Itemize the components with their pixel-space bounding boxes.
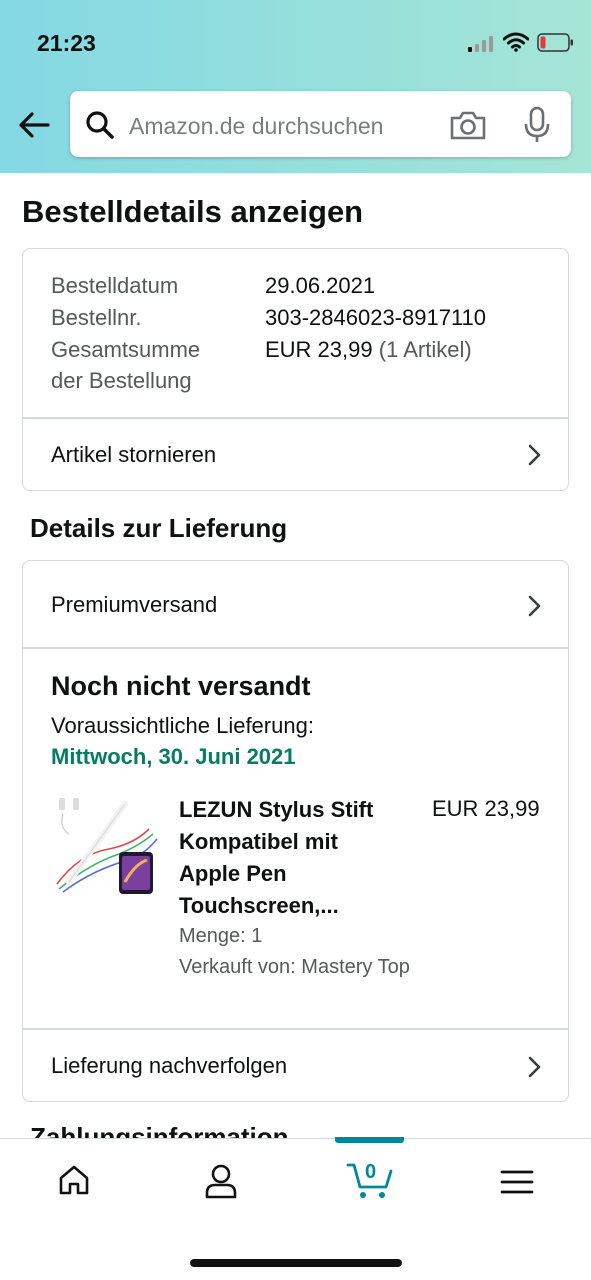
track-delivery-link[interactable]: Lieferung nachverfolgen bbox=[51, 1053, 287, 1079]
status-time: 21:23 bbox=[37, 30, 96, 56]
back-arrow-icon[interactable] bbox=[16, 108, 52, 142]
shipping-method-link[interactable]: Premiumversand bbox=[51, 592, 217, 618]
product-title[interactable]: LEZUN Stylus Stift Kompatibel mit Apple … bbox=[179, 794, 419, 922]
divider bbox=[23, 647, 568, 649]
product-title-line: Apple Pen bbox=[179, 861, 287, 886]
delivery-card: Premiumversand Noch nicht versandt Vorau… bbox=[22, 560, 569, 1102]
order-total-amount: EUR 23,99 bbox=[265, 337, 373, 362]
delivery-section-title: Details zur Lieferung bbox=[30, 513, 288, 543]
product-quantity: Menge: 1 bbox=[179, 925, 263, 947]
top-header: 21:23 Amazon.de durchsuchen bbox=[0, 0, 591, 173]
chevron-right-icon[interactable] bbox=[526, 594, 542, 618]
shipment-status: Noch nicht versandt bbox=[51, 671, 311, 701]
search-placeholder: Amazon.de durchsuchen bbox=[129, 113, 384, 139]
order-date-value: 29.06.2021 bbox=[265, 273, 376, 298]
bottom-nav: 0 bbox=[0, 1137, 591, 1280]
home-icon[interactable] bbox=[57, 1163, 91, 1197]
order-total-label-line1: Gesamtsumme bbox=[51, 337, 201, 362]
expected-delivery-date: Mittwoch, 30. Juni 2021 bbox=[51, 744, 296, 769]
cart-count: 0 bbox=[365, 1161, 377, 1183]
camera-icon[interactable] bbox=[448, 108, 488, 142]
product-title-line: Touchscreen,... bbox=[179, 893, 339, 918]
page-title: Bestelldetails anzeigen bbox=[22, 194, 364, 229]
search-input[interactable]: Amazon.de durchsuchen bbox=[70, 91, 571, 157]
order-number-value: 303-2846023-8917110 bbox=[265, 305, 487, 330]
product-seller: Verkauft von: Mastery Top bbox=[179, 956, 410, 978]
order-total-value: EUR 23,99 (1 Artikel) bbox=[265, 337, 472, 363]
product-price: EUR 23,99 bbox=[432, 796, 540, 821]
order-date-label: Bestelldatum bbox=[51, 273, 179, 298]
wifi-icon bbox=[503, 32, 529, 52]
cancel-items-link[interactable]: Artikel stornieren bbox=[51, 442, 216, 468]
order-summary-card: Bestelldatum 29.06.2021 Bestellnr. 303-2… bbox=[22, 248, 569, 491]
order-item-count: (1 Artikel) bbox=[378, 337, 472, 362]
divider bbox=[23, 417, 568, 419]
microphone-icon[interactable] bbox=[522, 106, 552, 144]
expected-delivery-label: Voraussichtliche Lieferung: bbox=[51, 713, 314, 738]
account-icon[interactable] bbox=[204, 1163, 238, 1199]
order-total-label-line2: der Bestellung bbox=[51, 368, 192, 393]
product-title-line: Kompatibel mit bbox=[179, 829, 338, 854]
chevron-right-icon[interactable] bbox=[526, 443, 542, 467]
search-icon bbox=[86, 111, 114, 139]
chevron-right-icon[interactable] bbox=[526, 1055, 542, 1079]
menu-icon[interactable] bbox=[500, 1169, 534, 1195]
battery-icon bbox=[537, 33, 573, 52]
product-title-line: LEZUN Stylus Stift bbox=[179, 797, 374, 822]
order-number-label: Bestellnr. bbox=[51, 305, 142, 330]
home-indicator bbox=[190, 1259, 402, 1267]
divider bbox=[23, 1028, 568, 1030]
active-tab-indicator bbox=[335, 1137, 404, 1143]
product-image[interactable] bbox=[49, 794, 161, 902]
cellular-signal-icon bbox=[468, 36, 493, 52]
